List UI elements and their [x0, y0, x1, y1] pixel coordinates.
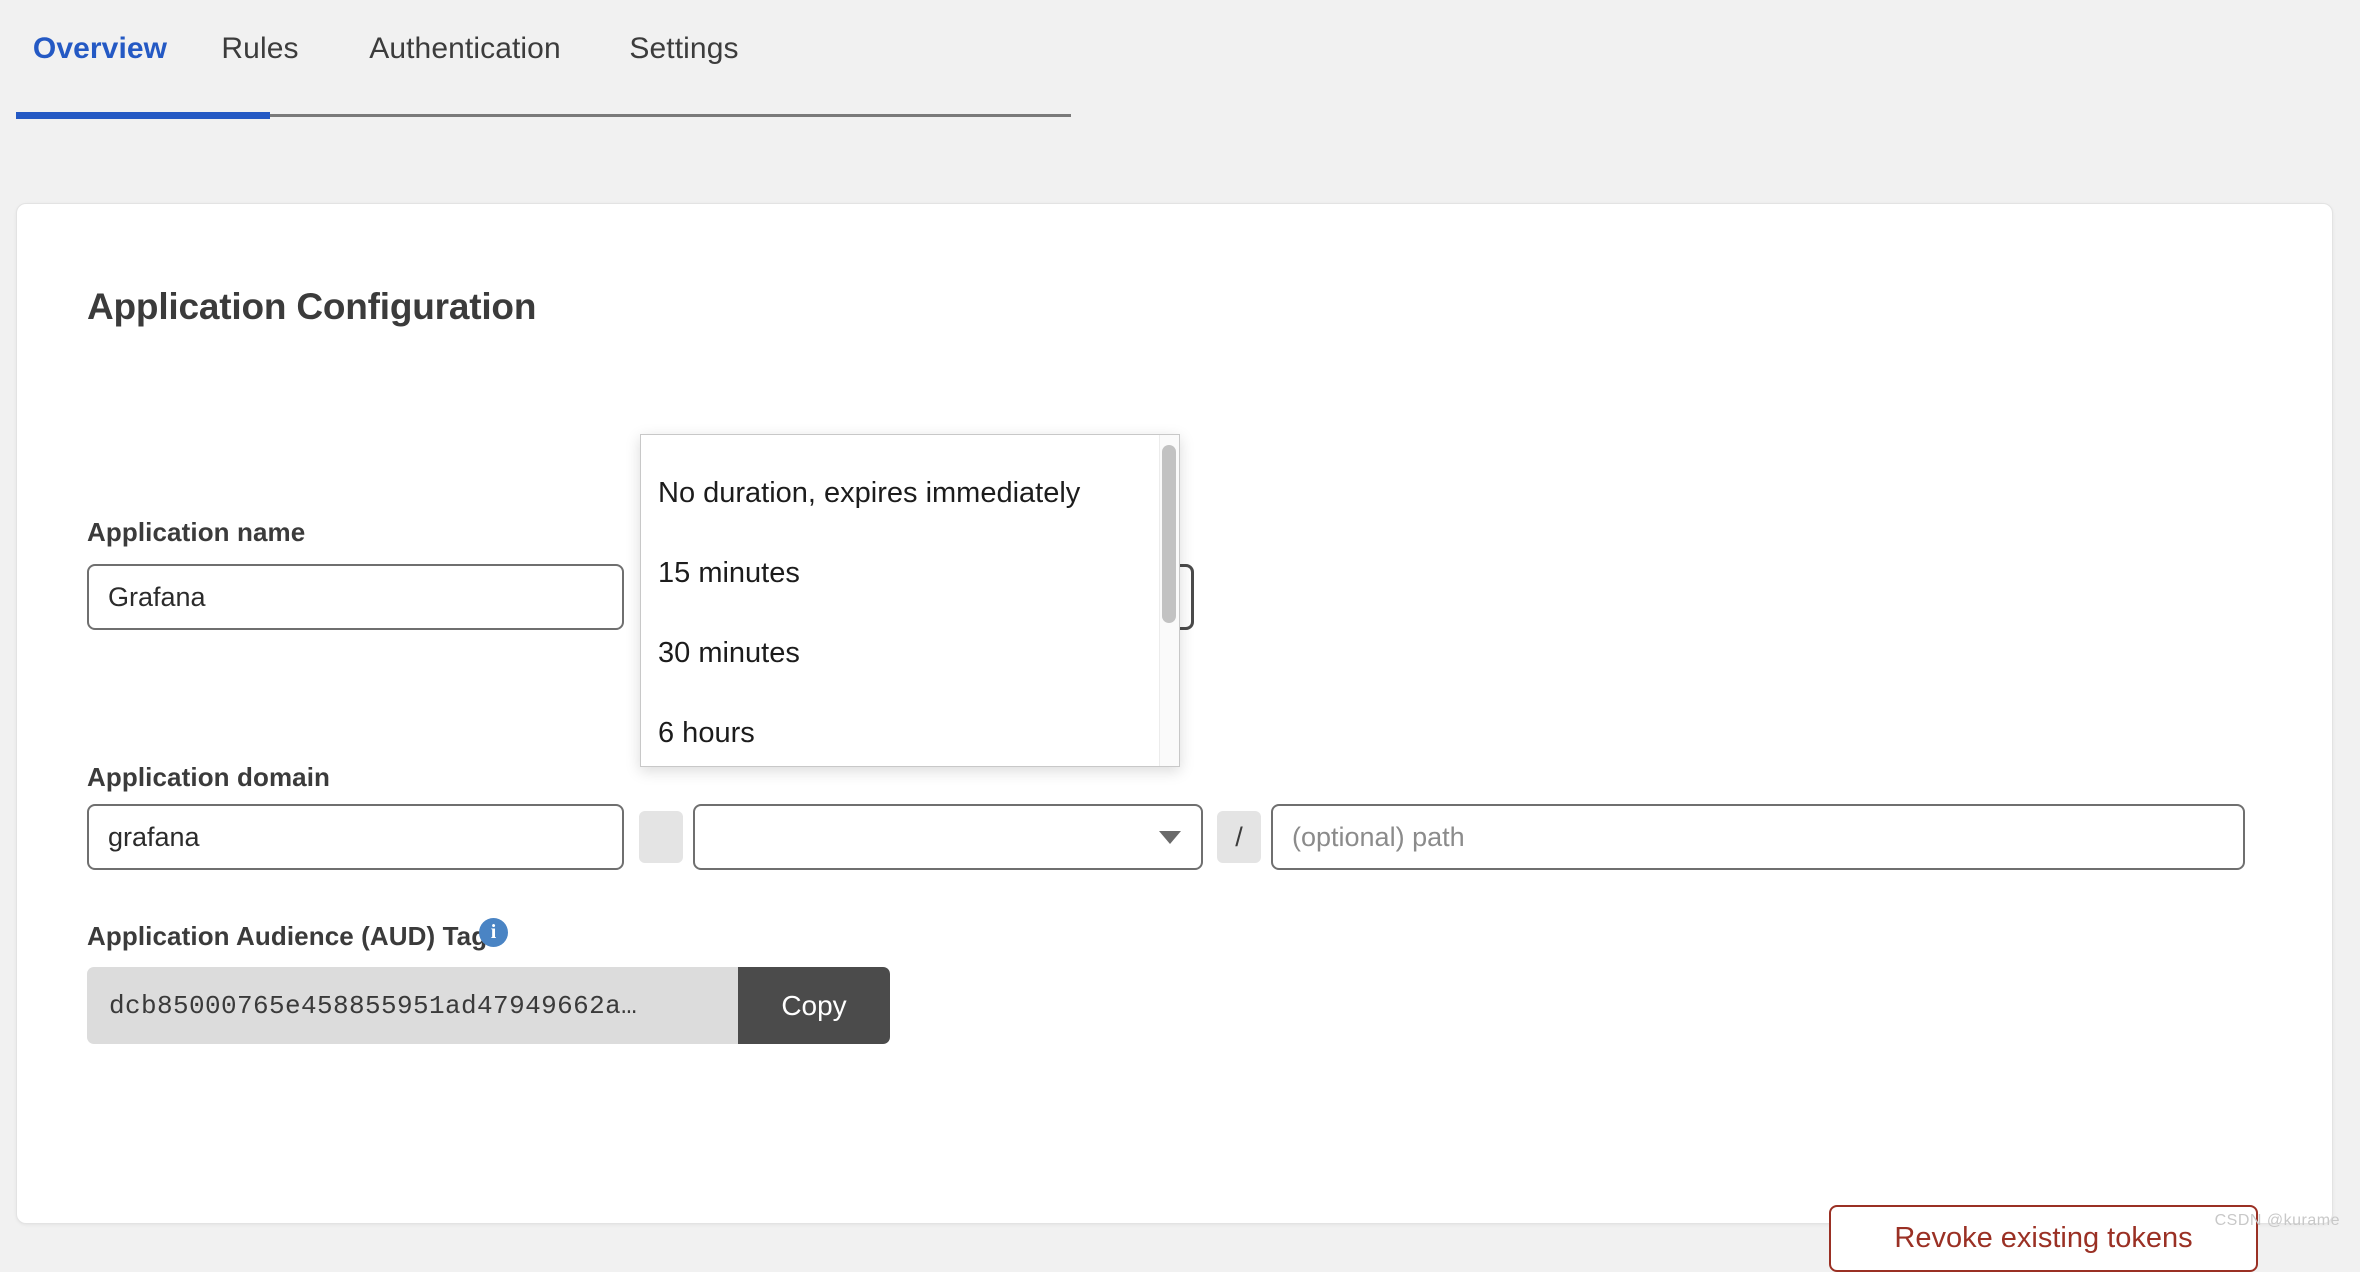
session-duration-dropdown[interactable]: No duration, expires immediately 15 minu… — [640, 434, 1180, 767]
info-icon-glyph: i — [491, 921, 497, 944]
watermark: CSDN @kurame — [2215, 1212, 2340, 1230]
dropdown-scrollbar-track[interactable] — [1159, 435, 1179, 767]
aud-tag-value: dcb85000765e458855951ad47949662a… — [87, 967, 738, 1044]
caret-down-icon — [1159, 831, 1181, 844]
copy-button[interactable]: Copy — [738, 967, 890, 1044]
path-input[interactable]: (optional) path — [1271, 804, 2245, 870]
app-name-label: Application name — [87, 517, 305, 548]
tab-rules[interactable]: Rules — [184, 18, 336, 92]
app-domain-value: grafana — [108, 822, 200, 853]
path-placeholder: (optional) path — [1292, 822, 1465, 853]
dropdown-option-0[interactable]: No duration, expires immediately — [641, 453, 1179, 533]
dropdown-scrollbar-thumb[interactable] — [1162, 445, 1176, 623]
copy-button-label: Copy — [781, 990, 846, 1022]
slash-separator: / — [1217, 811, 1261, 863]
tab-active-indicator — [16, 112, 270, 119]
slash-separator-label: / — [1235, 822, 1243, 853]
info-icon[interactable]: i — [479, 918, 508, 947]
tab-settings[interactable]: Settings — [594, 18, 774, 92]
domain-suffix-select[interactable] — [693, 804, 1203, 870]
dropdown-option-1[interactable]: 15 minutes — [641, 533, 1179, 613]
app-domain-label: Application domain — [87, 762, 330, 793]
tab-list: Overview Rules Authentication Settings — [16, 18, 774, 92]
revoke-button-label: Revoke existing tokens — [1894, 1222, 2192, 1255]
app-name-value: Grafana — [108, 582, 206, 613]
tab-settings-label: Settings — [629, 32, 738, 65]
tab-rules-label: Rules — [221, 32, 298, 65]
aud-tag-label: Application Audience (AUD) Tag — [87, 921, 487, 952]
page-title: Application Configuration — [87, 286, 536, 328]
revoke-existing-tokens-button[interactable]: Revoke existing tokens — [1829, 1205, 2258, 1272]
tab-authentication[interactable]: Authentication — [336, 18, 594, 92]
tab-bar: Overview Rules Authentication Settings — [0, 0, 2360, 203]
dropdown-option-2[interactable]: 30 minutes — [641, 613, 1179, 693]
domain-dot-separator — [639, 811, 683, 863]
dropdown-option-3[interactable]: 6 hours — [641, 693, 1179, 767]
tab-overview[interactable]: Overview — [16, 18, 184, 92]
tab-overview-label: Overview — [33, 32, 167, 65]
app-name-input[interactable]: Grafana — [87, 564, 624, 630]
app-domain-input[interactable]: grafana — [87, 804, 624, 870]
tab-authentication-label: Authentication — [369, 32, 561, 65]
aud-tag-field: dcb85000765e458855951ad47949662a… Copy — [87, 967, 890, 1044]
